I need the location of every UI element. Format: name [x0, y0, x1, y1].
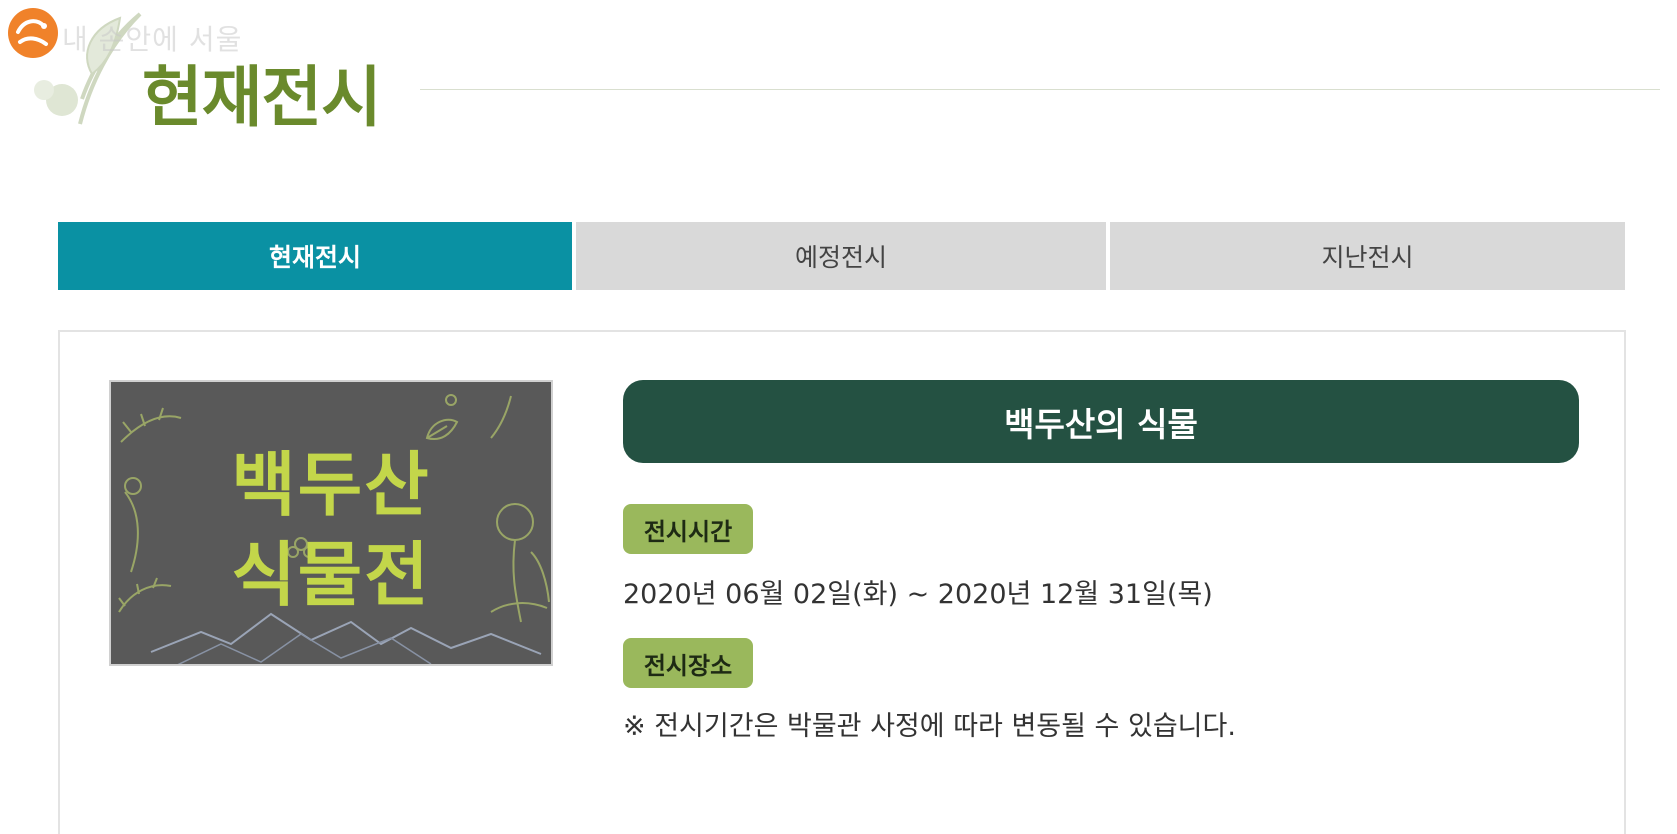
page-title: 현재전시 [142, 59, 382, 136]
exhibition-place-label: 전시장소 [623, 638, 753, 688]
exhibition-card: 백두산 식물전 백두산의 식물 전시시간 2020년 06월 02일(화) ~ … [58, 330, 1626, 834]
exhibition-place-value: ※ 전시기간은 박물관 사정에 따라 변동될 수 있습니다. [623, 711, 1236, 742]
page: 내 손안에 서울 현재전시 현재전시 예정전시 지난전시 백두산 식물전 백두산… [0, 0, 1677, 834]
exhibition-time-value: 2020년 06월 02일(화) ~ 2020년 12월 31일(목) [623, 579, 1213, 610]
exhibition-poster[interactable]: 백두산 식물전 [109, 380, 553, 666]
tab-upcoming-exhibition[interactable]: 예정전시 [576, 222, 1106, 290]
header: 내 손안에 서울 현재전시 [0, 0, 1677, 150]
tab-past-exhibition[interactable]: 지난전시 [1110, 222, 1625, 290]
exhibition-time-label: 전시시간 [623, 504, 753, 554]
seoul-logo-icon[interactable] [8, 8, 58, 58]
poster-title-line2: 식물전 [231, 534, 431, 616]
exhibition-tabs: 현재전시 예정전시 지난전시 [58, 222, 1625, 290]
tab-current-exhibition[interactable]: 현재전시 [58, 222, 572, 290]
title-divider [420, 89, 1660, 90]
exhibition-title[interactable]: 백두산의 식물 [623, 380, 1579, 463]
poster-title-line1: 백두산 [231, 444, 431, 526]
